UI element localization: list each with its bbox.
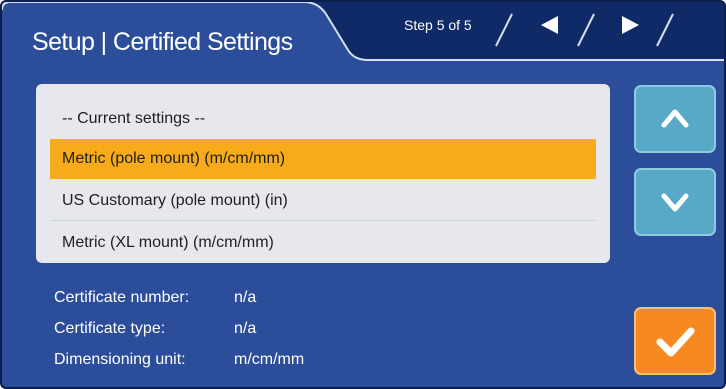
settings-option-metric-xl[interactable]: Metric (XL mount) (m/cm/mm) bbox=[50, 223, 596, 263]
certificate-type-label: Certificate type: bbox=[54, 320, 166, 337]
certificate-type-value: n/a bbox=[234, 320, 257, 337]
checkmark-icon bbox=[656, 327, 695, 357]
triangle-left-icon bbox=[541, 16, 558, 34]
triangle-right-icon bbox=[622, 16, 639, 34]
step-indicator: Step 5 of 5 bbox=[404, 17, 472, 33]
settings-list-header: -- Current settings -- bbox=[62, 110, 206, 127]
page-title: Setup | Certified Settings bbox=[32, 28, 293, 56]
settings-option-metric-pole[interactable]: Metric (pole mount) (m/cm/mm) bbox=[50, 139, 596, 179]
settings-list: -- Current settings -- Metric (pole moun… bbox=[36, 84, 610, 263]
confirm-button[interactable] bbox=[634, 307, 716, 375]
setup-screen: Setup | Certified Settings Step 5 of 5 -… bbox=[0, 0, 726, 389]
certificate-number-label: Certificate number: bbox=[54, 289, 190, 306]
scroll-up-button[interactable] bbox=[634, 85, 716, 153]
top-bar: Setup | Certified Settings Step 5 of 5 bbox=[2, 2, 724, 66]
settings-option-us-customary-pole[interactable]: US Customary (pole mount) (in) bbox=[50, 181, 596, 221]
next-step-button[interactable] bbox=[618, 14, 642, 36]
dimensioning-unit-value: m/cm/mm bbox=[234, 351, 305, 368]
scroll-down-button[interactable] bbox=[634, 168, 716, 236]
chevron-up-icon bbox=[661, 109, 689, 128]
previous-step-button[interactable] bbox=[538, 14, 562, 36]
certificate-number-value: n/a bbox=[234, 289, 257, 306]
chevron-down-icon bbox=[661, 193, 689, 212]
dimensioning-unit-label: Dimensioning unit: bbox=[54, 351, 186, 368]
